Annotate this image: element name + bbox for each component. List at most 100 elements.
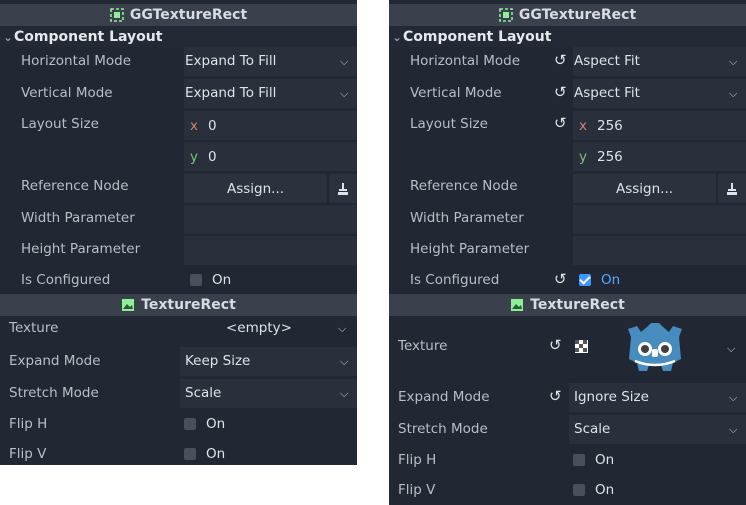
x-axis-label: x <box>190 118 198 134</box>
is-configured-value: On <box>601 272 621 288</box>
chevron-down-icon[interactable]: ⌵ <box>727 342 735 356</box>
revert-icon[interactable]: ↺ <box>554 83 567 101</box>
assign-button[interactable]: Assign... <box>573 174 716 203</box>
vertical-mode-label: Vertical Mode <box>410 85 502 101</box>
layout-size-y: y0 <box>190 149 217 165</box>
chevron-down-icon: ⌵ <box>340 87 349 100</box>
flip-h-label: Flip H <box>9 416 48 432</box>
is-configured-value: On <box>212 272 232 288</box>
flip-v-checkbox[interactable]: On <box>573 482 614 498</box>
flip-v-checkbox[interactable]: On <box>184 446 225 462</box>
chevron-down-icon[interactable]: ⌄ <box>2 31 14 44</box>
revert-icon[interactable]: ↺ <box>549 387 562 405</box>
layout-size-x-value: 0 <box>208 118 217 134</box>
component-layout-section[interactable]: ⌄ Component Layout <box>0 27 357 47</box>
stretch-mode-value: Scale <box>185 385 222 401</box>
node-picker-icon <box>338 182 348 195</box>
texturerect-header: TextureRect <box>389 294 746 316</box>
layout-size-x: x 256 <box>579 118 623 134</box>
godot-icon <box>628 323 682 371</box>
component-layout-section[interactable]: ⌄ Component Layout <box>389 27 746 47</box>
layout-size-y-value: 0 <box>208 149 217 165</box>
ggtexturerect-title: GGTextureRect <box>518 7 637 23</box>
chevron-down-icon: ⌵ <box>340 355 349 368</box>
chevron-down-icon[interactable]: ⌵ <box>338 322 346 336</box>
transparency-checker-icon[interactable] <box>575 340 588 357</box>
flip-h-checkbox[interactable]: On <box>184 416 225 432</box>
texture-picker[interactable]: <empty> <box>226 320 292 336</box>
node-picker-button[interactable] <box>329 174 357 203</box>
checkbox-unchecked-icon[interactable] <box>573 454 585 466</box>
chevron-down-icon: ⌵ <box>729 391 738 404</box>
layout-size-label: Layout Size <box>21 116 99 132</box>
chevron-down-icon: ⌵ <box>729 423 738 436</box>
revert-icon[interactable]: ↺ <box>554 51 567 69</box>
expand-mode-label: Expand Mode <box>398 389 490 405</box>
is-configured-checkbox[interactable]: On <box>190 272 231 288</box>
height-parameter-label: Height Parameter <box>21 241 141 257</box>
checkbox-unchecked-icon[interactable] <box>184 448 196 460</box>
texturerect-header: TextureRect <box>0 294 357 316</box>
layout-size-y-value: 256 <box>597 149 623 165</box>
layout-size-x: x0 <box>190 118 217 134</box>
flip-h-checkbox[interactable]: On <box>573 452 614 468</box>
expand-mode-value: Ignore Size <box>574 389 649 405</box>
node-picker-icon <box>727 182 737 195</box>
flip-v-label: Flip V <box>9 446 47 462</box>
is-configured-label: Is Configured <box>410 272 500 288</box>
flip-v-label: Flip V <box>398 482 436 498</box>
gg-texturerect-node-icon <box>499 8 513 22</box>
horizontal-mode-label: Horizontal Mode <box>21 53 132 69</box>
checkbox-unchecked-icon[interactable] <box>190 274 202 286</box>
horizontal-mode-label: Horizontal Mode <box>410 53 521 69</box>
horizontal-mode-value: Aspect Fit <box>574 53 640 69</box>
checkbox-unchecked-icon[interactable] <box>184 418 196 430</box>
revert-icon[interactable]: ↺ <box>554 114 567 132</box>
x-axis-label: x <box>579 118 587 134</box>
height-parameter-input[interactable] <box>184 236 357 265</box>
reference-node-label: Reference Node <box>21 178 129 194</box>
stretch-mode-value: Scale <box>574 421 611 437</box>
section-title: Component Layout <box>403 29 552 45</box>
section-title: Component Layout <box>14 29 163 45</box>
width-parameter-input[interactable] <box>573 205 746 234</box>
chevron-down-icon: ⌵ <box>729 87 738 100</box>
texture-preview[interactable] <box>625 319 685 379</box>
stretch-mode-label: Stretch Mode <box>398 421 488 437</box>
gg-texturerect-node-icon <box>110 8 124 22</box>
layout-size-label: Layout Size <box>410 116 488 132</box>
texturerect-node-icon <box>510 298 524 312</box>
flip-h-value: On <box>595 452 615 468</box>
revert-icon[interactable]: ↺ <box>554 270 567 288</box>
revert-icon[interactable]: ↺ <box>549 336 562 354</box>
height-parameter-input[interactable] <box>573 236 746 265</box>
chevron-down-icon[interactable]: ⌄ <box>391 31 403 44</box>
checkbox-checked-icon[interactable] <box>579 274 591 286</box>
chevron-down-icon: ⌵ <box>340 387 349 400</box>
texture-label: Texture <box>9 320 59 336</box>
is-configured-label: Is Configured <box>21 272 111 288</box>
height-parameter-label: Height Parameter <box>410 241 530 257</box>
chevron-down-icon: ⌵ <box>340 55 349 68</box>
vertical-mode-value: Expand To Fill <box>185 85 277 101</box>
texturerect-node-icon <box>121 298 135 312</box>
inspector-panel-configured: GGTextureRect ⌄ Component Layout Horizon… <box>389 0 746 505</box>
width-parameter-input[interactable] <box>184 205 357 234</box>
flip-v-value: On <box>206 446 226 462</box>
checkbox-unchecked-icon[interactable] <box>573 484 585 496</box>
texture-label: Texture <box>398 338 448 354</box>
flip-v-value: On <box>595 482 615 498</box>
y-axis-label: y <box>190 149 198 165</box>
inspector-panel-default: GGTextureRect ⌄ Component Layout Horizon… <box>0 0 357 465</box>
is-configured-checkbox[interactable]: On <box>579 272 620 288</box>
ggtexturerect-header: GGTextureRect <box>389 4 746 26</box>
layout-size-x-value: 256 <box>597 118 623 134</box>
texturerect-title: TextureRect <box>530 297 625 313</box>
expand-mode-value: Keep Size <box>185 353 251 369</box>
assign-button[interactable]: Assign... <box>184 174 327 203</box>
node-picker-button[interactable] <box>718 174 746 203</box>
horizontal-mode-value: Expand To Fill <box>185 53 277 69</box>
width-parameter-label: Width Parameter <box>410 210 524 226</box>
texturerect-title: TextureRect <box>141 297 236 313</box>
stretch-mode-label: Stretch Mode <box>9 385 99 401</box>
